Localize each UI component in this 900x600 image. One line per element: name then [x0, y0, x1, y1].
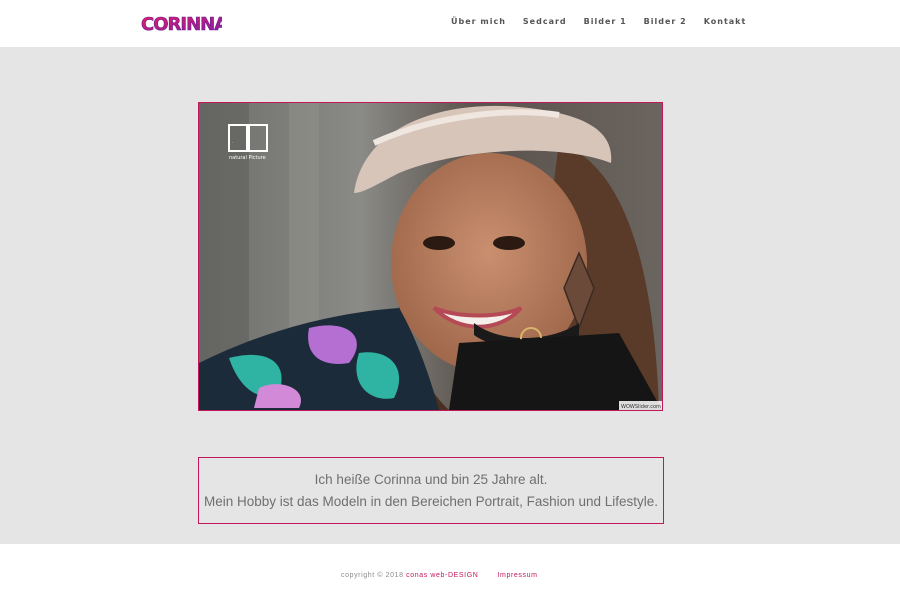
- intro-box: Ich heiße Corinna und bin 25 Jahre alt. …: [198, 457, 664, 524]
- nav-item-bilder-2[interactable]: Bilder 2: [644, 17, 687, 26]
- site-header: CORINNA Über mich Sedcard Bilder 1 Bilde…: [0, 0, 900, 47]
- logo-text: CORINNA: [141, 14, 222, 35]
- portrait-photo: natural Picture nP WOWSlider.com: [199, 103, 662, 410]
- nav-item-sedcard[interactable]: Sedcard: [523, 17, 567, 26]
- photo-slider[interactable]: natural Picture nP WOWSlider.com: [198, 102, 663, 411]
- site-footer: copyright © 2018 conas web-DESIGN Impres…: [0, 544, 900, 600]
- footer-row: copyright © 2018 conas web-DESIGN Impres…: [341, 572, 538, 579]
- intro-line-2: Mein Hobby ist das Modeln in den Bereich…: [204, 494, 658, 509]
- main-nav: Über mich Sedcard Bilder 1 Bilder 2 Kont…: [451, 17, 763, 26]
- copyright-text: copyright © 2018: [341, 572, 404, 579]
- nav-item-ueber-mich[interactable]: Über mich: [451, 17, 506, 26]
- site-logo[interactable]: CORINNA: [140, 11, 222, 35]
- impressum-link[interactable]: Impressum: [498, 572, 538, 579]
- nav-item-bilder-1[interactable]: Bilder 1: [584, 17, 627, 26]
- design-link[interactable]: conas web-DESIGN: [406, 572, 478, 579]
- main-content: natural Picture nP WOWSlider.com Ich hei…: [0, 47, 900, 544]
- intro-line-1: Ich heiße Corinna und bin 25 Jahre alt.: [314, 472, 548, 487]
- slider-credit[interactable]: WOWSlider.com: [621, 404, 661, 410]
- nav-item-kontakt[interactable]: Kontakt: [704, 17, 747, 26]
- watermark-sub: natural Picture: [229, 155, 266, 161]
